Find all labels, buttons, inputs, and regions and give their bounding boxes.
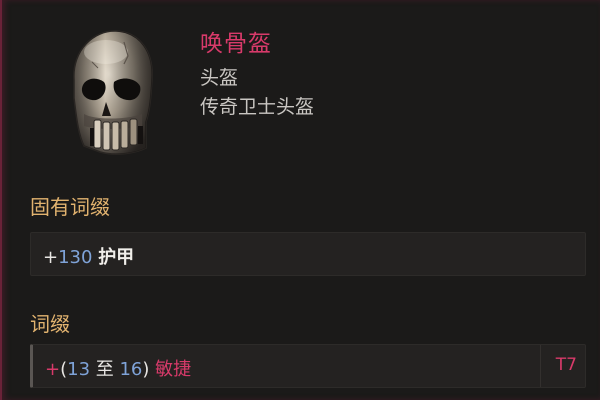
skull-helm-icon xyxy=(54,22,166,162)
tier-divider xyxy=(540,345,541,387)
implicit-value: 130 xyxy=(58,247,93,268)
item-type: 头盔 xyxy=(200,67,239,89)
affix-stat: 敏捷 xyxy=(155,359,192,380)
implicit-stat: 护甲 xyxy=(98,247,135,268)
affix-row: +(13 至 16) 敏捷 T7 xyxy=(30,344,586,388)
affix-min-value: 13 xyxy=(67,359,91,380)
item-base-type: 传奇卫士头盔 xyxy=(200,96,315,118)
affix-max-value: 16 xyxy=(119,359,143,380)
affix-close-paren: ) xyxy=(142,359,150,380)
implicit-section-title: 固有词缀 xyxy=(30,195,110,219)
implicit-plus: + xyxy=(43,247,59,268)
item-name: 唤骨盔 xyxy=(200,31,272,57)
affix-section-title: 词缀 xyxy=(30,312,70,336)
affix-plus: + xyxy=(45,359,61,380)
affix-range-to: 至 xyxy=(90,359,120,380)
item-tooltip: 唤骨盔 头盔 传奇卫士头盔 固有词缀 +130 护甲 词缀 +(13 至 16)… xyxy=(0,0,600,400)
affix-tier-badge: T7 xyxy=(555,355,577,375)
implicit-affix-text: +130 护甲 xyxy=(43,243,134,269)
affix-text: +(13 至 16) 敏捷 xyxy=(45,355,191,381)
implicit-affix-row: +130 护甲 xyxy=(30,232,586,276)
